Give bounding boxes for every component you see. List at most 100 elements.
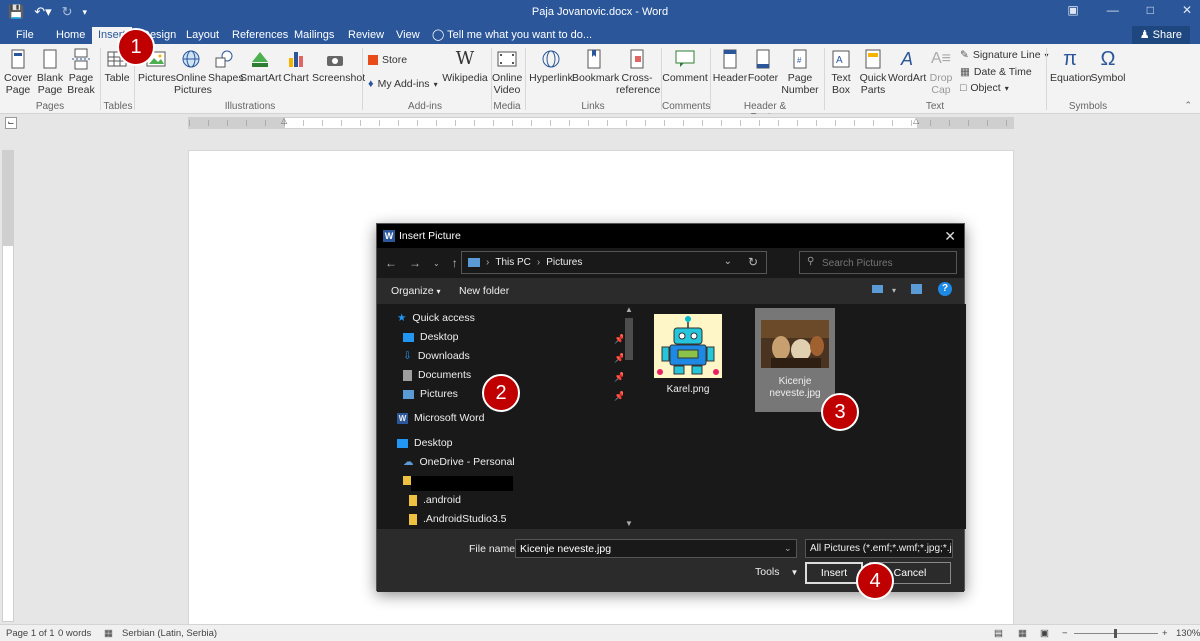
- right-indent-marker[interactable]: △: [913, 116, 919, 125]
- zoom-slider[interactable]: [1074, 629, 1158, 638]
- comment-button[interactable]: Comment: [662, 48, 708, 84]
- nav-documents[interactable]: Documents: [403, 369, 471, 381]
- navigation-scrollbar[interactable]: ▲ ▼: [623, 304, 635, 529]
- search-input[interactable]: [822, 255, 952, 271]
- organize-button[interactable]: Organize ▾: [391, 285, 441, 297]
- address-bar[interactable]: › This PC › Pictures ⌄ ↻: [461, 251, 767, 274]
- file-name-input[interactable]: [515, 539, 797, 558]
- blank-page-button[interactable]: Blank Page: [36, 48, 64, 96]
- print-layout-icon[interactable]: ▦: [1018, 628, 1027, 639]
- tools-button[interactable]: Tools ▼: [755, 566, 798, 578]
- cover-page-button[interactable]: Cover Page: [4, 48, 32, 96]
- header-button[interactable]: Header: [712, 48, 748, 84]
- share-button[interactable]: ♟ Share: [1131, 26, 1190, 44]
- online-video-button[interactable]: Online Video: [492, 48, 522, 96]
- tell-me-box[interactable]: ◯ Tell me what you want to do...: [432, 28, 592, 41]
- indent-marker[interactable]: △: [281, 116, 287, 125]
- zoom-out-icon[interactable]: −: [1062, 628, 1068, 639]
- nav-desktop-root[interactable]: Desktop: [397, 437, 453, 449]
- footer-button[interactable]: Footer: [746, 48, 780, 84]
- nav-android-folder[interactable]: .android: [409, 494, 461, 506]
- nav-onedrive[interactable]: ☁ OneDrive - Personal: [403, 456, 515, 468]
- quick-parts-button[interactable]: Quick Parts: [858, 48, 888, 96]
- preview-pane-icon[interactable]: [911, 284, 922, 294]
- maximize-icon[interactable]: □: [1147, 3, 1154, 17]
- breadcrumb-pictures[interactable]: Pictures: [546, 257, 582, 268]
- insert-button[interactable]: Insert: [805, 562, 863, 584]
- up-arrow-icon[interactable]: ↑: [452, 256, 458, 270]
- page-count[interactable]: Page 1 of 1: [6, 628, 55, 639]
- web-layout-icon[interactable]: ▣: [1040, 628, 1049, 639]
- dialog-title: Insert Picture: [399, 230, 461, 242]
- nav-android-studio-folder[interactable]: .AndroidStudio3.5: [409, 513, 506, 525]
- shapes-button[interactable]: Shapes: [208, 48, 244, 84]
- recent-chevron-icon[interactable]: ⌄: [433, 259, 440, 270]
- nav-downloads[interactable]: ⇩ Downloads: [403, 350, 470, 362]
- object-button[interactable]: □ Object ▾: [960, 82, 1009, 94]
- tab-selector[interactable]: ⌙: [5, 117, 17, 129]
- nav-desktop[interactable]: Desktop: [403, 331, 459, 343]
- zoom-level[interactable]: 130%: [1176, 628, 1200, 639]
- nav-pictures[interactable]: Pictures: [403, 388, 458, 400]
- forward-arrow-icon[interactable]: →: [409, 256, 421, 270]
- wordart-button[interactable]: A WordArt: [888, 48, 926, 84]
- tab-file[interactable]: File: [10, 27, 40, 44]
- scroll-thumb[interactable]: [625, 318, 633, 360]
- nav-quick-access[interactable]: ★ Quick access: [397, 312, 475, 324]
- symbol-button[interactable]: Ω Symbol: [1090, 48, 1126, 84]
- scroll-down-icon[interactable]: ▼: [625, 519, 633, 528]
- file-item-karel[interactable]: Karel.png: [653, 314, 723, 395]
- address-dropdown-icon[interactable]: ⌄: [724, 256, 732, 267]
- screenshot-button[interactable]: Screenshot: [312, 48, 365, 84]
- horizontal-ruler[interactable]: △ △: [188, 116, 1014, 129]
- nav-microsoft-word[interactable]: W Microsoft Word: [397, 412, 484, 424]
- tab-review[interactable]: Review: [342, 27, 390, 44]
- drop-cap-button[interactable]: A≡ Drop Cap: [926, 48, 956, 96]
- signature-line-button[interactable]: ✎ Signature Line ▾: [960, 49, 1049, 61]
- cross-reference-button[interactable]: Cross-reference: [616, 48, 660, 96]
- back-arrow-icon[interactable]: ←: [385, 256, 397, 270]
- tab-layout[interactable]: Layout: [180, 27, 225, 44]
- new-folder-button[interactable]: New folder: [459, 285, 509, 297]
- tab-references[interactable]: References: [226, 27, 294, 44]
- date-time-button[interactable]: ▦ Date & Time: [960, 66, 1032, 78]
- minimize-icon[interactable]: —: [1107, 3, 1119, 17]
- bookmark-button[interactable]: Bookmark: [572, 48, 619, 84]
- scroll-up-icon[interactable]: ▲: [625, 305, 633, 314]
- file-item-kicenje-neveste[interactable]: Kicenje neveste.jpg: [755, 308, 835, 412]
- tab-view[interactable]: View: [390, 27, 426, 44]
- zoom-in-icon[interactable]: +: [1162, 628, 1168, 639]
- page-break-button[interactable]: Page Break: [66, 48, 96, 96]
- file-name-dropdown-icon[interactable]: ⌄: [784, 543, 792, 554]
- zoom-slider-thumb[interactable]: [1114, 629, 1117, 638]
- word-count[interactable]: 0 words: [58, 628, 91, 639]
- store-button[interactable]: Store: [368, 54, 407, 66]
- text-box-button[interactable]: A Text Box: [826, 48, 856, 96]
- close-icon[interactable]: ✕: [1182, 3, 1192, 17]
- change-view-button[interactable]: ▾: [871, 284, 896, 296]
- search-box[interactable]: ⚲: [799, 251, 957, 274]
- tab-mailings[interactable]: Mailings: [288, 27, 340, 44]
- language[interactable]: Serbian (Latin, Serbia): [122, 628, 217, 639]
- step-badge-2: 2: [482, 374, 520, 412]
- proofing-icon[interactable]: ▦: [104, 628, 113, 639]
- vertical-ruler[interactable]: [2, 150, 14, 622]
- collapse-ribbon-icon[interactable]: ⌃: [1184, 100, 1192, 111]
- smartart-button[interactable]: SmartArt: [240, 48, 281, 84]
- online-pictures-button[interactable]: Online Pictures: [174, 48, 212, 96]
- refresh-icon[interactable]: ↻: [748, 255, 758, 269]
- equation-button[interactable]: π Equation: [1050, 48, 1091, 84]
- my-addins-button[interactable]: ♦ My Add-ins ▾: [368, 78, 438, 90]
- ribbon-display-icon[interactable]: ▣: [1067, 3, 1078, 17]
- breadcrumb-this-pc[interactable]: This PC: [495, 257, 531, 268]
- file-type-filter[interactable]: All Pictures (*.emf;*.wmf;*.jpg;*.j: [805, 539, 953, 558]
- page-number-button[interactable]: # Page Number: [780, 48, 820, 96]
- read-mode-icon[interactable]: ▤: [994, 628, 1003, 639]
- wikipedia-button[interactable]: W Wikipedia: [442, 48, 488, 84]
- tab-home[interactable]: Home: [50, 27, 91, 44]
- chart-button[interactable]: Chart: [282, 48, 310, 84]
- help-icon[interactable]: ?: [938, 282, 952, 296]
- dialog-close-icon[interactable]: ✕: [944, 228, 956, 245]
- hyperlink-button[interactable]: Hyperlink: [528, 48, 574, 84]
- group-separator: [100, 48, 101, 110]
